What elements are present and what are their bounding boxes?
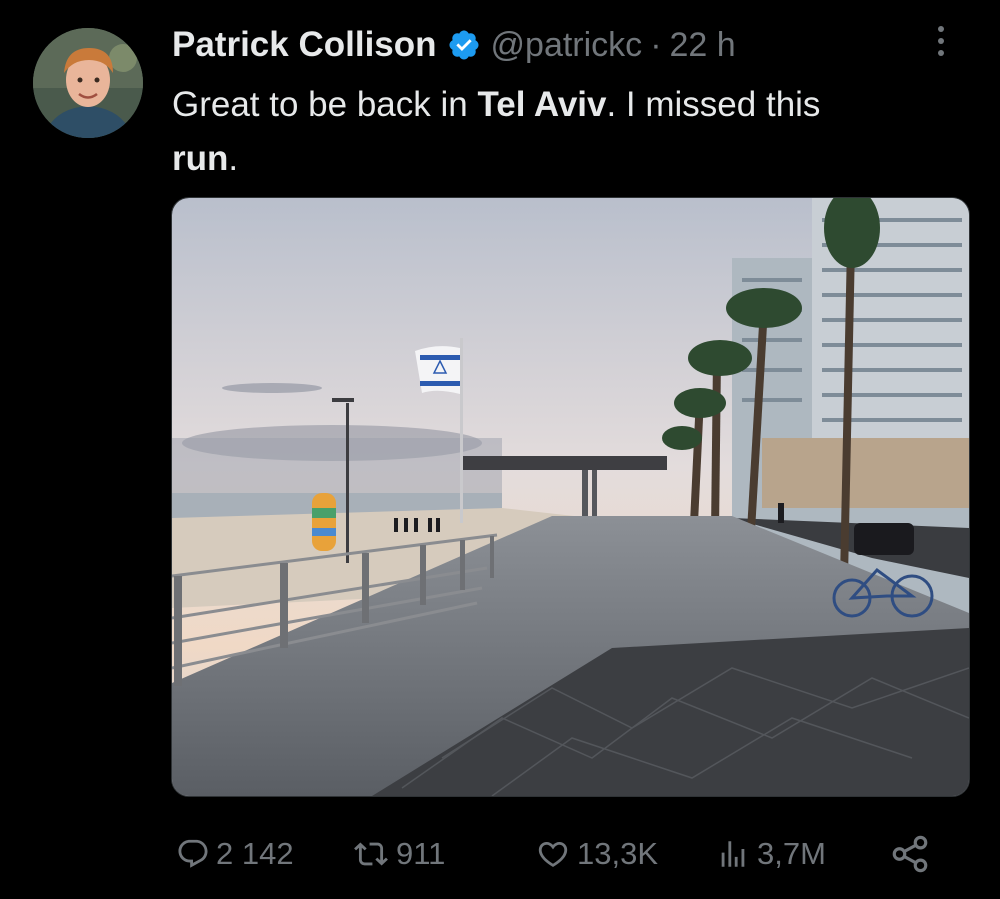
timestamp[interactable]: 22 h <box>670 26 736 65</box>
share-icon <box>892 835 928 873</box>
tweet-text: Great to be back in Tel Aviv. I missed t… <box>172 78 972 186</box>
text-part: . <box>228 139 239 178</box>
like-button[interactable]: 13,3K <box>535 826 658 882</box>
repost-count: 911 <box>396 836 446 871</box>
tweet-actions: 2 142 911 13,3K 3,7M <box>0 826 1000 882</box>
repost-button[interactable]: 911 <box>352 826 445 882</box>
avatar-image <box>33 28 143 138</box>
tweet-header: Patrick Collison @patrickc · 22 h <box>172 22 736 68</box>
repost-icon <box>354 842 388 866</box>
tweet-photo[interactable] <box>171 197 970 797</box>
photo-beach-promenade <box>172 198 969 796</box>
text-part: Great to be back in <box>172 85 478 124</box>
separator-dot: · <box>650 25 662 64</box>
views-icon <box>721 841 745 867</box>
reply-button[interactable]: 2 142 <box>176 826 294 882</box>
text-bold-place: Tel Aviv <box>477 85 607 124</box>
text-bold-run: run <box>172 139 229 178</box>
text-part: . I missed this <box>606 85 821 124</box>
share-button[interactable] <box>889 826 931 882</box>
views-button[interactable]: 3,7M <box>715 826 826 882</box>
reply-icon <box>178 839 208 868</box>
author-name[interactable]: Patrick Collison <box>172 25 437 65</box>
like-icon <box>538 841 568 867</box>
reply-count: 2 142 <box>216 836 294 871</box>
avatar[interactable] <box>33 28 143 138</box>
like-count: 13,3K <box>577 836 659 871</box>
verified-badge-icon[interactable] <box>447 28 481 62</box>
views-count: 3,7M <box>757 836 826 871</box>
more-options-icon[interactable] <box>933 26 949 66</box>
author-handle[interactable]: @patrickc <box>491 26 643 65</box>
